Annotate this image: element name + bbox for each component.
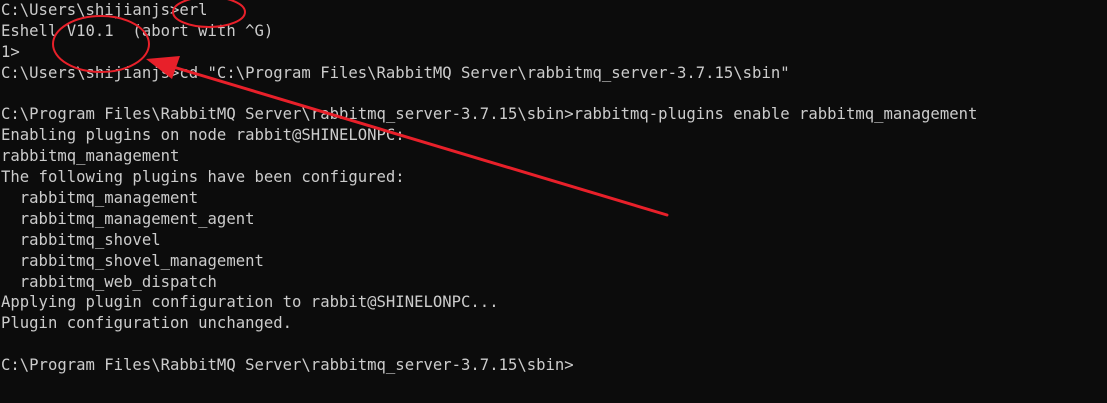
terminal-line-plugin-name: rabbitmq_management [1, 147, 180, 166]
terminal-line-enabling-plugins: Enabling plugins on node rabbit@SHINELON… [1, 126, 405, 145]
console-window[interactable]: C:\Users\shijianjs>erl Eshell V10.1 (abo… [0, 0, 1107, 403]
terminal-line-enable-command: C:\Program Files\RabbitMQ Server\rabbitm… [1, 105, 978, 124]
terminal-line-configured-plugin: rabbitmq_management_agent [1, 209, 255, 228]
terminal-line-eshell-version: Eshell V10.1 (abort with ^G) [1, 21, 274, 40]
terminal-line-configuration-unchanged: Plugin configuration unchanged. [1, 314, 293, 333]
terminal-line-configured-plugin: rabbitmq_management [1, 189, 199, 208]
terminal-line-configured-plugin: rabbitmq_shovel_management [1, 251, 264, 270]
terminal-line-erl-command: C:\Users\shijianjs>erl [1, 1, 208, 19]
terminal-line-configured-header: The following plugins have been configur… [1, 168, 405, 187]
terminal-line-erlang-prompt: 1> [1, 42, 20, 61]
terminal-line-cd-command: C:\Users\shijianjs>cd "C:\Program Files\… [1, 63, 790, 82]
terminal-output: C:\Users\shijianjs>erl Eshell V10.1 (abo… [1, 0, 977, 376]
terminal-line-configured-plugin: rabbitmq_web_dispatch [1, 272, 217, 291]
terminal-line-final-prompt: C:\Program Files\RabbitMQ Server\rabbitm… [1, 356, 574, 375]
terminal-line-configured-plugin: rabbitmq_shovel [1, 230, 161, 249]
terminal-line-applying-configuration: Applying plugin configuration to rabbit@… [1, 293, 499, 312]
